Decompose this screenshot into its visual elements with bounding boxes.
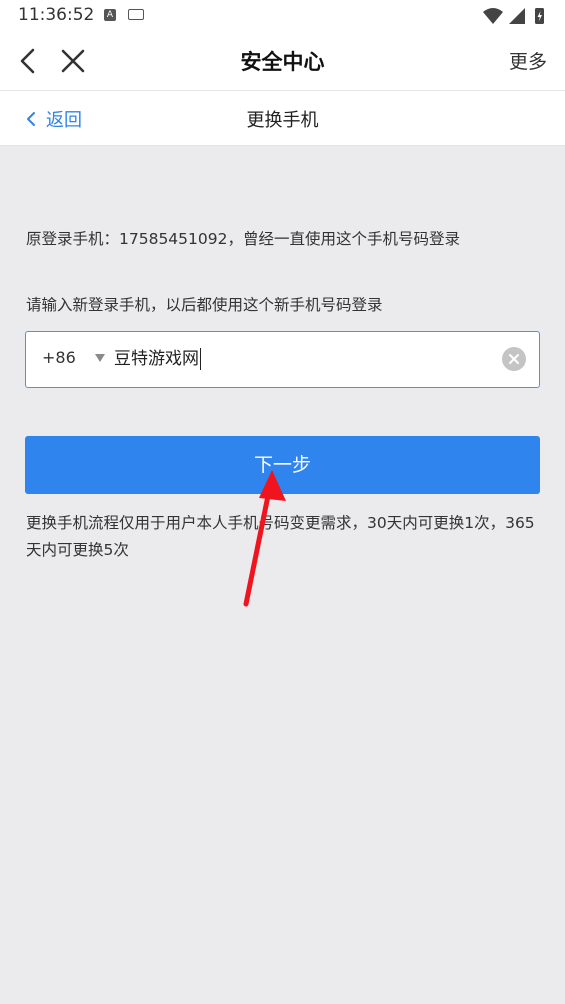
annotation-arrow [243, 470, 286, 607]
sub-nav-bar: 返回 更换手机 [0, 90, 565, 146]
notice-text: 更换手机流程仅用于用户本人手机号码变更需求，30天内可更换1次，365天内可更换… [26, 514, 535, 559]
clear-x-icon [509, 354, 519, 364]
cellular-signal-icon [509, 8, 525, 24]
title-bar: 安全中心 更多 [0, 32, 565, 90]
notification-a-icon: A [104, 9, 116, 21]
page-title: 安全中心 [240, 50, 325, 74]
caret-down-icon[interactable] [95, 354, 105, 362]
more-button[interactable]: 更多 [509, 47, 547, 74]
phone-input-value[interactable]: 豆特游戏网 [114, 348, 201, 370]
keyboard-icon [128, 9, 144, 20]
status-icons [483, 8, 544, 24]
phone-input-field[interactable]: +86 豆特游戏网 [25, 331, 540, 388]
country-code[interactable]: +86 [42, 348, 76, 367]
old-phone-text: 原登录手机：17585451092，曾经一直使用这个手机号码登录 [26, 230, 460, 248]
clear-input-button[interactable] [502, 347, 526, 371]
new-phone-hint: 请输入新登录手机，以后都使用这个新手机号码登录 [26, 296, 383, 314]
status-bar: 11:36:52 A [0, 0, 565, 32]
wifi-icon [483, 8, 503, 24]
status-time: 11:36:52 [18, 5, 95, 25]
sub-page-title: 更换手机 [246, 110, 319, 131]
next-step-button[interactable]: 下一步 [25, 436, 540, 494]
